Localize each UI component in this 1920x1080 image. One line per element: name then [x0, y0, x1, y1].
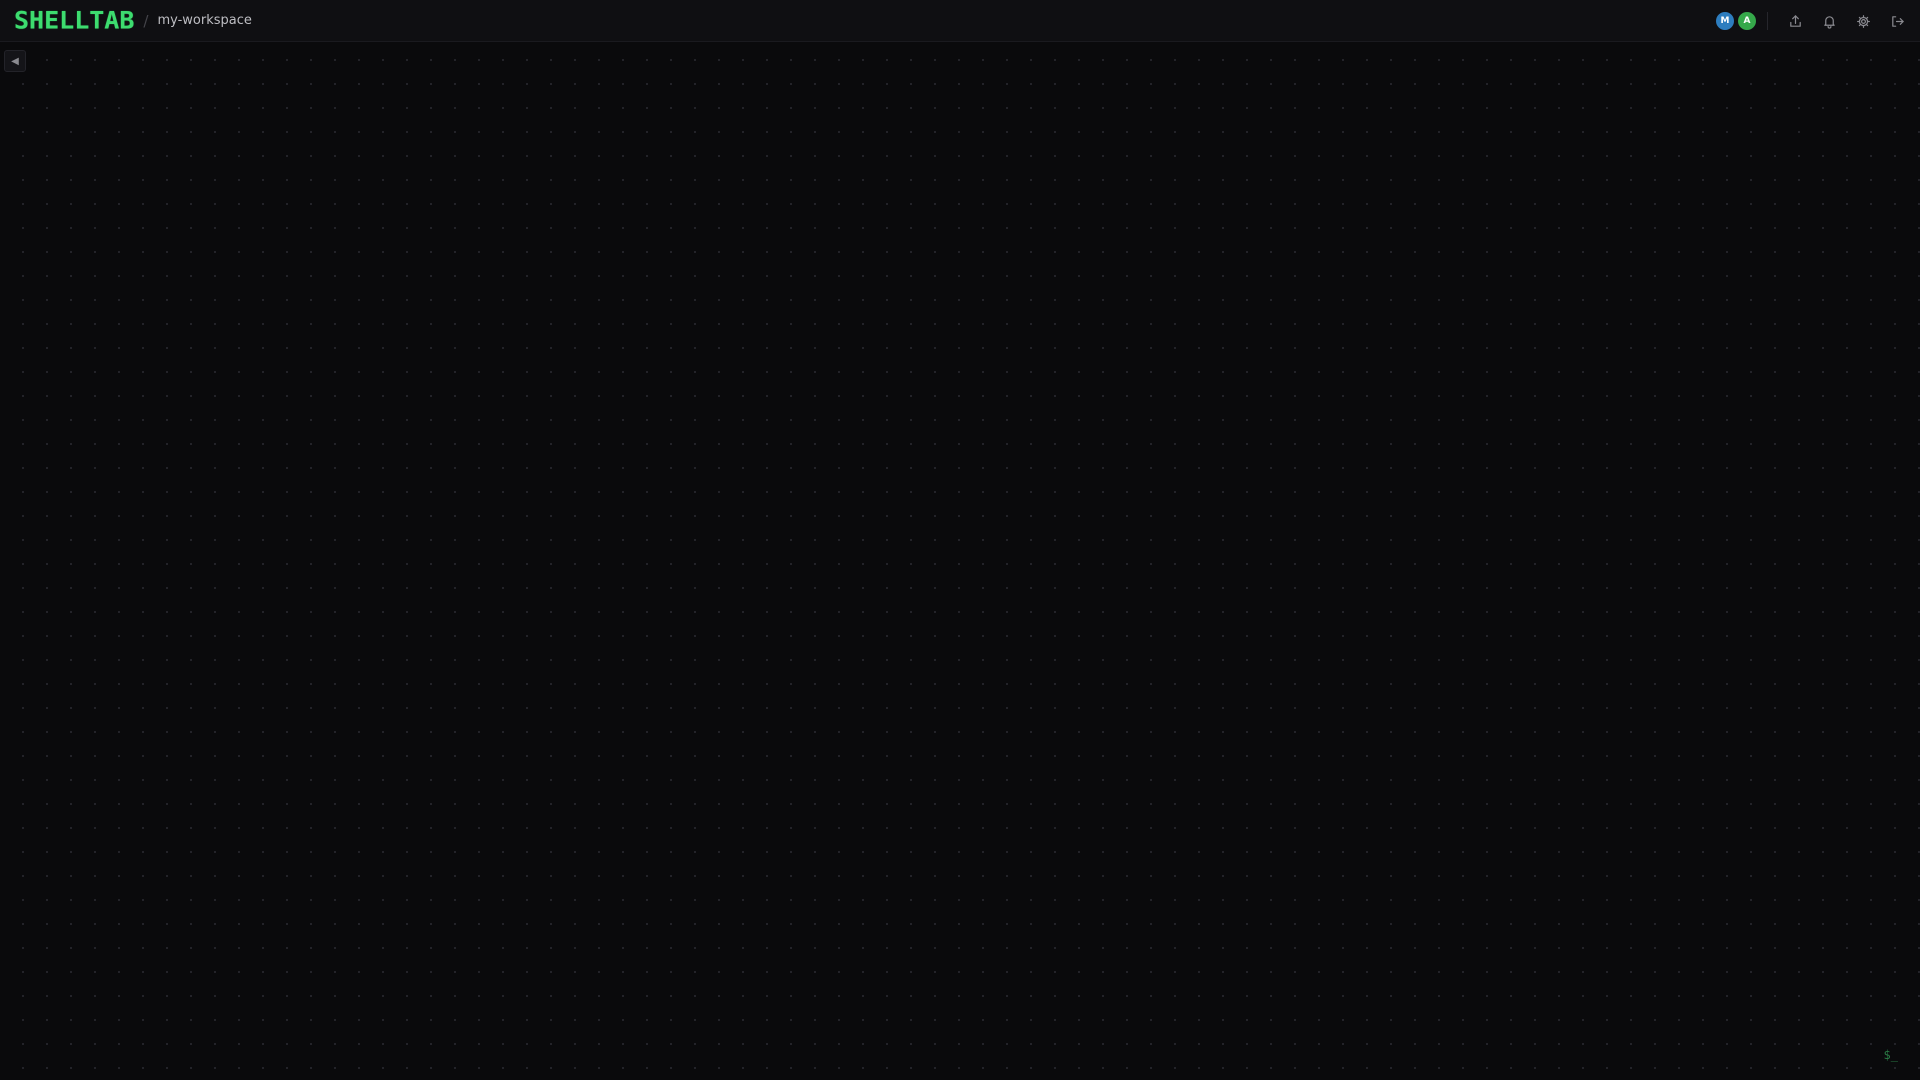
- share-button[interactable]: [1778, 4, 1812, 38]
- avatar-collaborator-a[interactable]: A: [1737, 11, 1757, 31]
- breadcrumb-separator: /: [143, 11, 149, 30]
- top-bar: SHELLTAB / my-workspace M A: [0, 0, 1920, 42]
- bell-icon: [1823, 15, 1835, 29]
- chevron-left-icon: ◀: [11, 55, 19, 67]
- workspace-name[interactable]: my-workspace: [157, 13, 251, 28]
- header-actions: M A: [1715, 0, 1920, 42]
- header-divider: [1767, 12, 1768, 30]
- avatar-collaborator-m[interactable]: M: [1715, 11, 1735, 31]
- terminal-prompt-button[interactable]: $_: [1884, 1048, 1898, 1062]
- app-logo[interactable]: SHELLTAB: [14, 9, 134, 33]
- logout-button[interactable]: [1880, 4, 1914, 38]
- notifications-button[interactable]: [1812, 4, 1846, 38]
- logout-icon: [1891, 15, 1904, 27]
- share-icon: [1789, 14, 1801, 27]
- sidebar-toggle-button[interactable]: ◀: [4, 50, 26, 72]
- settings-button[interactable]: [1846, 4, 1880, 38]
- gear-icon: [1856, 14, 1870, 28]
- workspace-canvas[interactable]: [0, 42, 1920, 1080]
